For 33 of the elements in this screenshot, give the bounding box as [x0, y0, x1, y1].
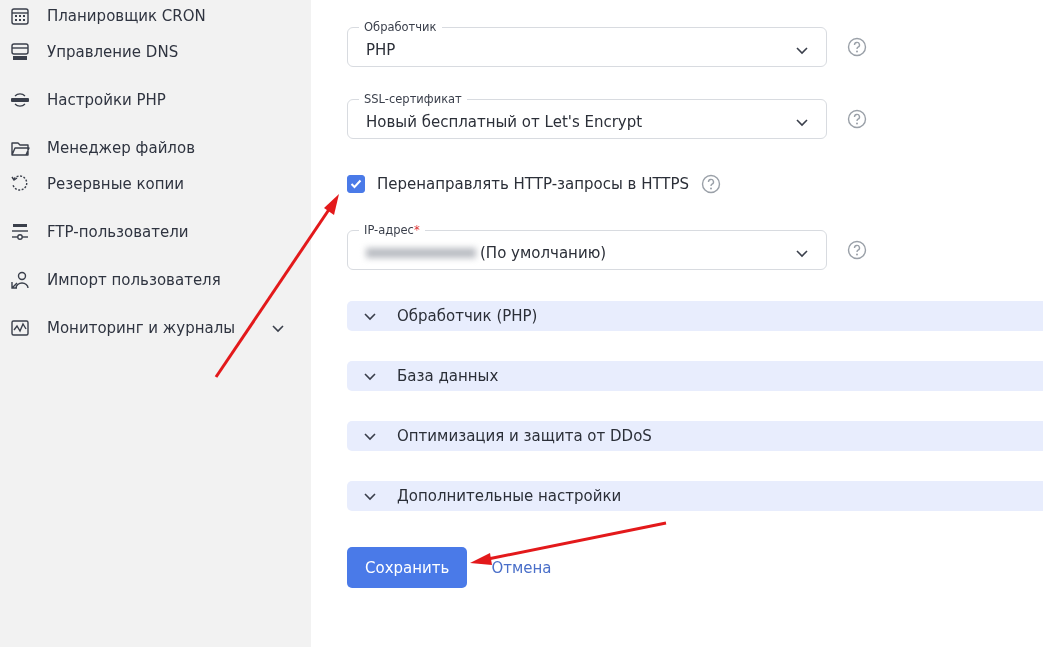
cancel-link[interactable]: Отмена — [491, 558, 552, 577]
sidebar-item[interactable]: FTP-пользователи — [0, 214, 311, 250]
section-title: Оптимизация и защита от DDoS — [397, 427, 652, 445]
menu-icon — [10, 42, 30, 62]
help-icon[interactable] — [701, 174, 722, 194]
menu-icon — [10, 270, 30, 290]
collapsible-section[interactable]: Обработчик (PHP) — [347, 301, 1043, 331]
section-title: Дополнительные настройки — [397, 487, 622, 505]
menu-icon — [10, 6, 30, 26]
sidebar-item[interactable]: Менеджер файлов — [0, 130, 311, 166]
help-icon[interactable] — [847, 240, 867, 260]
section-title: База данных — [397, 367, 499, 385]
help-icon[interactable] — [847, 37, 867, 57]
save-button[interactable]: Сохранить — [347, 547, 468, 588]
collapsible-section[interactable]: Оптимизация и защита от DDoS — [347, 421, 1043, 451]
sidebar-item[interactable]: Управление DNS — [0, 34, 311, 70]
sidebar-item[interactable]: Импорт пользователя — [0, 262, 311, 298]
sidebar-item[interactable]: Планировщик CRON — [0, 0, 311, 34]
collapsible-section[interactable]: Дополнительные настройки — [347, 481, 1043, 511]
menu-icon — [10, 222, 30, 242]
sidebar-item[interactable]: Мониторинг и журналы — [0, 310, 311, 346]
checkbox-label: Перенаправлять HTTP-запросы в HTTPS — [377, 175, 690, 193]
sidebar-item[interactable]: Настройки PHP — [0, 82, 311, 118]
menu-icon — [10, 90, 30, 110]
field-label: Обработчик — [359, 18, 442, 36]
sidebar-item[interactable]: Резервные копии — [0, 166, 311, 202]
help-icon[interactable] — [847, 109, 867, 129]
menu-icon — [10, 318, 30, 338]
menu-icon — [10, 174, 30, 194]
checkmark-icon — [350, 178, 362, 190]
checkbox[interactable] — [347, 175, 365, 193]
section-title: Обработчик (PHP) — [397, 307, 538, 325]
collapsible-section[interactable]: База данных — [347, 361, 1043, 391]
